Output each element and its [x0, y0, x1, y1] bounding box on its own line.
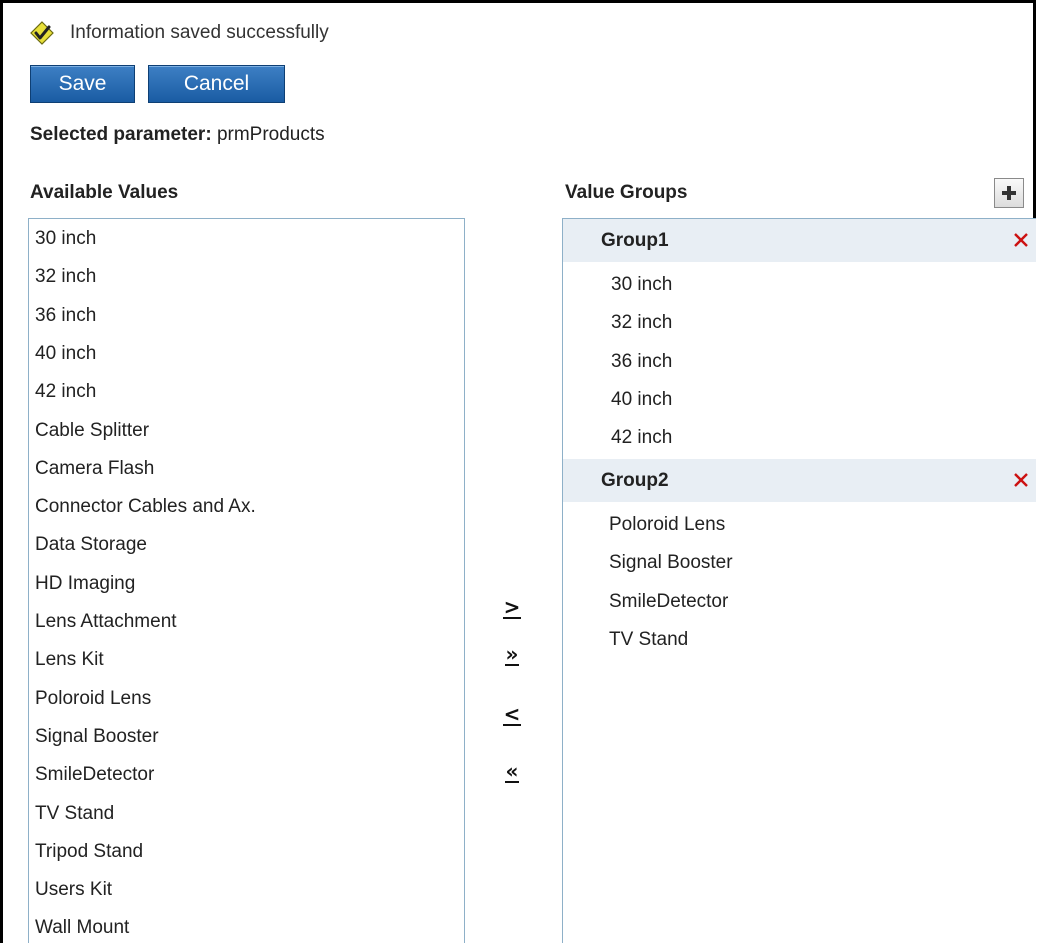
group-value-item[interactable]: Poloroid Lens [609, 514, 725, 536]
available-values-list[interactable]: 30 inch 32 inch 36 inch 40 inch 42 inch Cable… [28, 218, 465, 943]
move-all-right-label: » [504, 642, 520, 666]
checkmark-icon [30, 21, 54, 45]
group-value-item[interactable]: 32 inch [611, 312, 672, 334]
delete-group-icon[interactable] [1010, 229, 1032, 251]
available-value-item[interactable]: Data Storage [35, 534, 147, 556]
move-all-left-label: « [504, 759, 520, 783]
value-groups-list[interactable]: Group1 30 inch 32 inch 36 inch 40 inch 42 inc… [562, 218, 1036, 943]
available-value-item[interactable]: Users Kit [35, 879, 112, 901]
available-value-item[interactable]: Cable Splitter [35, 420, 149, 442]
available-value-item[interactable]: 42 inch [35, 381, 96, 403]
delete-group-icon[interactable] [1010, 469, 1032, 491]
available-value-item[interactable]: Camera Flash [35, 458, 154, 480]
available-value-item[interactable]: SmileDetector [35, 764, 154, 786]
selected-parameter: Selected parameter: prmProducts [30, 124, 325, 146]
available-value-item[interactable]: Poloroid Lens [35, 688, 151, 710]
available-value-item[interactable]: 40 inch [35, 343, 96, 365]
group-value-item[interactable]: 30 inch [611, 274, 672, 296]
add-group-button[interactable] [994, 178, 1024, 208]
value-groups-header: Value Groups [565, 182, 688, 203]
available-value-item[interactable]: TV Stand [35, 803, 114, 825]
group-value-item[interactable]: SmileDetector [609, 591, 728, 613]
available-value-item[interactable]: Connector Cables and Ax. [35, 496, 256, 518]
group-name: Group1 [601, 230, 669, 251]
available-value-item[interactable]: HD Imaging [35, 573, 135, 595]
available-value-item[interactable]: Tripod Stand [35, 841, 143, 863]
group-value-item[interactable]: 40 inch [611, 389, 672, 411]
move-all-right-button[interactable]: » [497, 640, 527, 670]
selected-parameter-value: prmProducts [216, 124, 325, 145]
move-selected-left-label: < [502, 702, 522, 726]
move-selected-left-button[interactable]: < [497, 700, 527, 730]
available-value-item[interactable]: Signal Booster [35, 726, 159, 748]
status-text: Information saved successfully [70, 22, 329, 43]
group-header[interactable]: Group2 [563, 459, 1036, 502]
group-value-item[interactable]: Signal Booster [609, 552, 733, 574]
available-value-item[interactable]: Lens Attachment [35, 611, 177, 633]
available-value-item[interactable]: Wall Mount [35, 917, 129, 939]
available-value-item[interactable]: 36 inch [35, 305, 96, 327]
selected-parameter-label: Selected parameter: [30, 124, 212, 145]
group-value-item[interactable]: 42 inch [611, 427, 672, 449]
plus-icon [1002, 186, 1016, 200]
group-value-item[interactable]: TV Stand [609, 629, 688, 651]
available-value-item[interactable]: Lens Kit [35, 649, 104, 671]
move-selected-right-label: > [502, 595, 522, 619]
status-message: Information saved successfully [30, 20, 329, 46]
group-name: Group2 [601, 470, 669, 491]
available-value-item[interactable]: 32 inch [35, 266, 96, 288]
move-selected-right-button[interactable]: > [497, 593, 527, 623]
save-button[interactable]: Save [30, 65, 135, 103]
cancel-button[interactable]: Cancel [148, 65, 285, 103]
move-all-left-button[interactable]: « [497, 757, 527, 787]
group-value-item[interactable]: 36 inch [611, 351, 672, 373]
group-header[interactable]: Group1 [563, 219, 1036, 262]
available-values-header: Available Values [30, 182, 179, 203]
available-value-item[interactable]: 30 inch [35, 228, 96, 250]
